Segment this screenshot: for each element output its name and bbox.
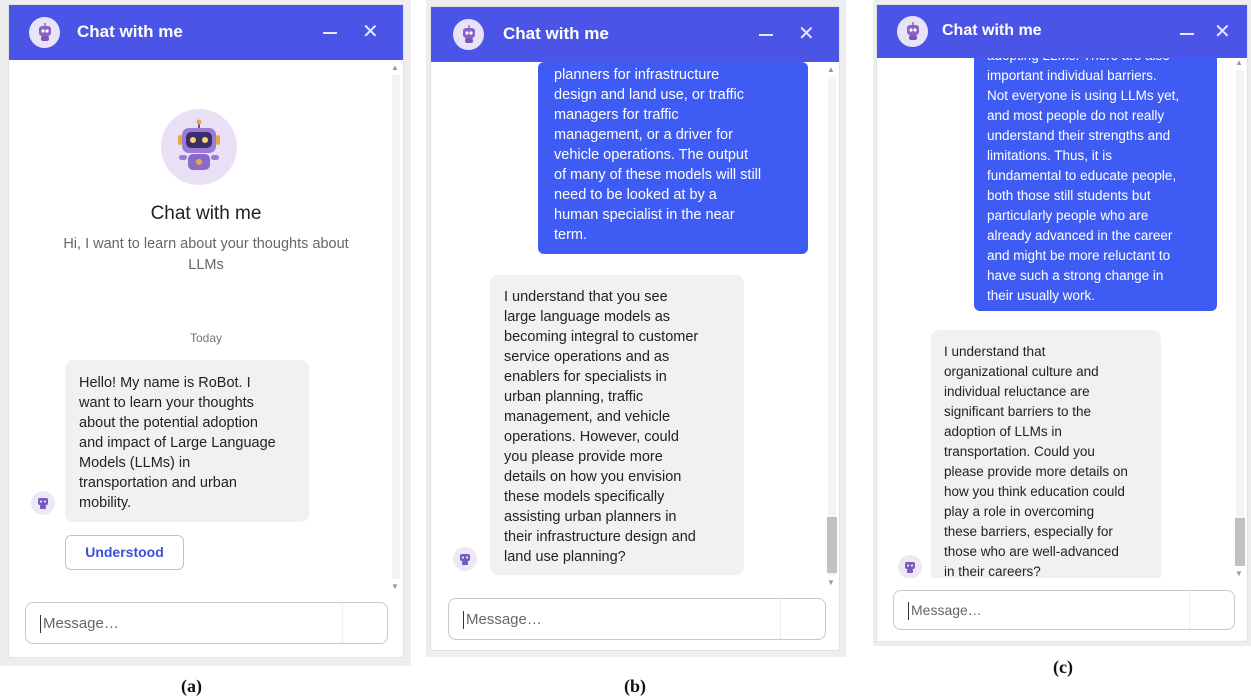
caption-a: (a) <box>181 676 202 696</box>
user-message-bubble: adopting LLMs. There are also important … <box>974 58 1217 311</box>
close-icon[interactable]: ✕ <box>362 22 379 42</box>
date-divider: Today <box>189 331 223 345</box>
caption-c: (c) <box>1053 657 1073 677</box>
message-list: adopting LLMs. There are also important … <box>877 58 1235 578</box>
welcome-title: Chat with me <box>150 203 262 224</box>
chat-header: Chat with me ✕ <box>877 5 1247 58</box>
message-input[interactable]: Message… <box>25 602 388 644</box>
chat-title: Chat with me <box>942 22 1042 39</box>
message-input[interactable]: Message… <box>448 598 826 640</box>
robot-avatar-icon <box>897 16 928 47</box>
chat-header: Chat with me ✕ <box>9 5 403 60</box>
scrollbar[interactable]: ▲ ▼ <box>389 63 401 591</box>
chat-window-c: Chat with me ✕ ▲ ▼ adopting LLMs. There … <box>876 4 1248 642</box>
scrollbar[interactable]: ▲ ▼ <box>825 65 837 587</box>
close-icon[interactable]: ✕ <box>798 24 815 44</box>
minimize-icon[interactable] <box>759 34 773 36</box>
robot-avatar-icon <box>29 17 60 48</box>
chat-title: Chat with me <box>77 22 183 41</box>
message-placeholder: Message… <box>466 611 542 628</box>
robot-avatar-icon <box>453 19 484 50</box>
minimize-icon[interactable] <box>1180 33 1194 35</box>
chat-header: Chat with me ✕ <box>431 7 839 62</box>
minimize-icon[interactable] <box>323 32 337 34</box>
bot-message-bubble: I understand that organizational culture… <box>931 330 1161 578</box>
message-placeholder: Message… <box>911 602 982 618</box>
chat-title: Chat with me <box>503 24 609 43</box>
bot-message-bubble: I understand that you see large language… <box>490 275 744 575</box>
understood-quick-reply-button[interactable]: Understood <box>65 535 184 570</box>
chat-window-a: Chat with me ✕ ▲ ▼ Chat with me Hi, I wa… <box>8 4 404 658</box>
message-input[interactable]: Message… <box>893 590 1235 630</box>
bot-avatar-icon <box>31 491 55 515</box>
bot-avatar-icon <box>898 555 922 578</box>
caption-b: (b) <box>624 676 646 696</box>
welcome-subtitle: Hi, I want to learn about your thoughts … <box>63 236 349 273</box>
message-placeholder: Message… <box>43 615 119 632</box>
welcome-robot-icon <box>161 109 237 185</box>
bot-message-bubble: Hello! My name is RoBot. I want to learn… <box>65 360 309 522</box>
bot-avatar-icon <box>453 547 477 571</box>
close-icon[interactable]: ✕ <box>1214 22 1231 42</box>
chat-window-b: Chat with me ✕ ▲ ▼ planners for infrastr… <box>430 6 840 651</box>
user-message-bubble: planners for infrastructure design and l… <box>538 62 808 254</box>
